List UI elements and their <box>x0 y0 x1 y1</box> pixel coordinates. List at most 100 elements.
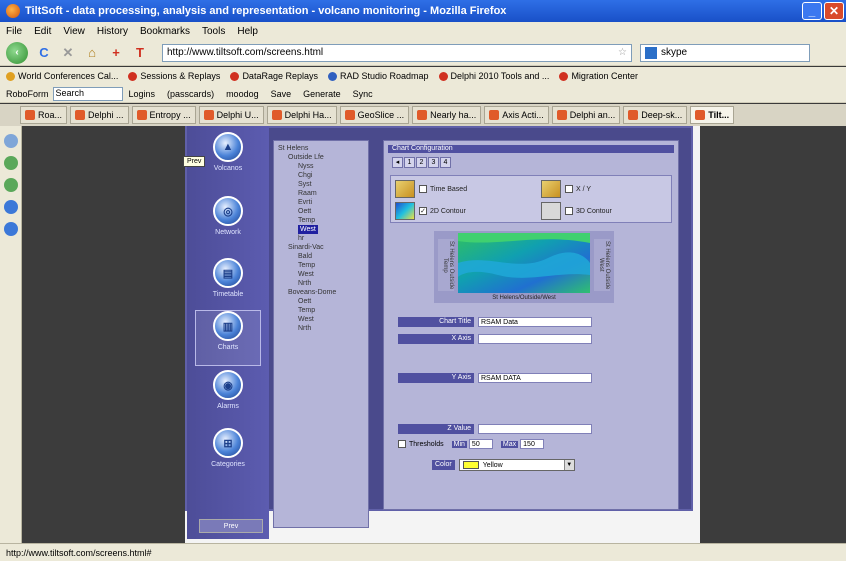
pager-page-2[interactable]: 2 <box>416 157 427 168</box>
color-select[interactable]: Yellow ▼ <box>458 459 575 471</box>
search-box[interactable]: skype <box>640 43 810 62</box>
tree-item[interactable]: Outside Lfe <box>274 153 368 162</box>
min-input[interactable]: 50 <box>468 439 493 449</box>
history-icon[interactable] <box>3 134 18 148</box>
z-value-input[interactable] <box>478 424 592 434</box>
chart-title-input[interactable]: RSAM Data <box>478 317 592 327</box>
tree-item[interactable]: Chgi <box>274 171 368 180</box>
browser-tab-active[interactable]: Tilt... <box>690 106 735 124</box>
tree-item[interactable]: Raam <box>274 189 368 198</box>
thresholds-checkbox[interactable] <box>398 440 406 448</box>
addon-icon[interactable] <box>3 178 18 192</box>
tree-item[interactable]: Syst <box>274 180 368 189</box>
pager-page-3[interactable]: 3 <box>428 157 439 168</box>
pager-prev[interactable]: ◂ <box>392 157 403 168</box>
bookmark-item[interactable]: DataRage Replays <box>230 71 318 81</box>
tree-item[interactable]: Temp <box>274 306 368 315</box>
menu-edit[interactable]: Edit <box>34 26 51 37</box>
nav-alarms[interactable]: ◉ Alarms <box>195 370 261 426</box>
browser-tab[interactable]: Entropy ... <box>131 106 196 124</box>
browser-tab[interactable]: Nearly ha... <box>412 106 482 124</box>
config-header: Chart Configuration <box>388 145 674 153</box>
url-bar[interactable]: http://www.tiltsoft.com/screens.html ☆ <box>162 43 632 62</box>
tree-item[interactable]: Nyss <box>274 162 368 171</box>
browser-tab[interactable]: Delphi an... <box>551 106 621 124</box>
y-axis-input[interactable]: RSAM DATA <box>478 373 592 383</box>
info-icon[interactable] <box>3 222 18 236</box>
tree-item[interactable]: Oett <box>274 297 368 306</box>
tree-item[interactable]: hr <box>274 234 368 243</box>
tree-item[interactable]: Nrth <box>274 279 368 288</box>
add-icon[interactable]: + <box>108 45 124 61</box>
menu-tools[interactable]: Tools <box>202 26 225 37</box>
chevron-down-icon[interactable]: ▼ <box>563 460 574 470</box>
nav-categories[interactable]: ⊞ Categories <box>195 428 261 484</box>
menu-history[interactable]: History <box>97 26 128 37</box>
browser-tab[interactable]: Deep-sk... <box>623 106 688 124</box>
bookmark-item[interactable]: Sessions & Replays <box>128 71 220 81</box>
roboform-search[interactable]: Search <box>52 86 123 101</box>
pager-page-4[interactable]: 4 <box>440 157 451 168</box>
x-axis-input[interactable] <box>478 334 592 344</box>
minimize-button[interactable]: _ <box>802 2 822 20</box>
roboform-logins[interactable]: Logins <box>129 89 156 99</box>
roboform-moodog[interactable]: moodog <box>226 89 259 99</box>
bookmark-item[interactable]: World Conferences Cal... <box>6 71 118 81</box>
menu-file[interactable]: File <box>6 26 22 37</box>
browser-tab[interactable]: GeoSlice ... <box>339 106 410 124</box>
roboform-passcards[interactable]: (passcards) <box>167 89 214 99</box>
back-arrow-icon[interactable]: ‹ <box>6 41 28 64</box>
chart-type-xy[interactable]: X / Y <box>541 180 591 198</box>
roboform-generate[interactable]: Generate <box>303 89 341 99</box>
prev-button[interactable]: Prev <box>199 519 263 533</box>
bookmark-item[interactable]: RAD Studio Roadmap <box>327 71 429 81</box>
tree-item[interactable]: Temp <box>274 216 368 225</box>
tree-item[interactable]: West <box>274 315 368 324</box>
reload-icon[interactable]: C <box>36 45 52 61</box>
xy-checkbox[interactable] <box>565 185 573 193</box>
bookmark-star-icon[interactable] <box>3 156 18 170</box>
nav-timetable[interactable]: ▤ Timetable <box>195 258 261 314</box>
browser-tab[interactable]: Delphi ... <box>70 106 129 124</box>
2d-contour-checkbox[interactable]: ✓ <box>419 207 427 215</box>
browser-tab[interactable]: Delphi Ha... <box>266 106 337 124</box>
nav-network[interactable]: ◎ Network <box>195 196 261 252</box>
roboform-save[interactable]: Save <box>271 89 292 99</box>
menu-bookmarks[interactable]: Bookmarks <box>140 26 190 37</box>
chart-type-2d-contour[interactable]: ✓ 2D Contour <box>395 202 466 220</box>
menu-help[interactable]: Help <box>237 26 258 37</box>
3d-contour-checkbox[interactable] <box>565 207 573 215</box>
pager-page-1[interactable]: 1 <box>404 157 415 168</box>
bookmark-item[interactable]: Migration Center <box>559 71 638 81</box>
time-based-checkbox[interactable] <box>419 185 427 193</box>
pin-icon[interactable]: T <box>132 45 148 61</box>
star-icon[interactable]: ☆ <box>618 47 627 58</box>
home-icon[interactable]: ⌂ <box>84 45 100 61</box>
tree-item[interactable]: Evrti <box>274 198 368 207</box>
tree-item[interactable]: Temp <box>274 261 368 270</box>
roboform-button[interactable]: RoboForm <box>6 89 49 99</box>
stop-icon[interactable]: ✕ <box>60 45 76 61</box>
tree-item-label: Temp <box>298 262 316 269</box>
chart-type-3d-contour[interactable]: 3D Contour <box>541 202 612 220</box>
bookmark-item[interactable]: Delphi 2010 Tools and ... <box>438 71 549 81</box>
tree-item[interactable]: St Helens <box>274 144 368 153</box>
max-input[interactable]: 150 <box>520 439 545 449</box>
globe-icon[interactable] <box>3 200 18 214</box>
search-engine-icon[interactable] <box>645 46 657 59</box>
tree-item[interactable]: West <box>274 225 368 234</box>
menu-view[interactable]: View <box>63 26 85 37</box>
nav-charts[interactable]: ▥ Charts <box>195 310 261 366</box>
browser-tab[interactable]: Delphi U... <box>198 106 264 124</box>
browser-tab[interactable]: Roa... <box>20 106 68 124</box>
chart-type-time-based[interactable]: Time Based <box>395 180 467 198</box>
tree-item[interactable]: Oett <box>274 207 368 216</box>
tree-item[interactable]: Sinardi-Vac <box>274 243 368 252</box>
tree-item[interactable]: Boveans-Dome <box>274 288 368 297</box>
close-button[interactable]: ✕ <box>824 2 844 20</box>
roboform-sync[interactable]: Sync <box>353 89 373 99</box>
tree-item[interactable]: Bald <box>274 252 368 261</box>
browser-tab[interactable]: Axis Acti... <box>484 106 549 124</box>
tree-item[interactable]: Nrth <box>274 324 368 333</box>
tree-item[interactable]: West <box>274 270 368 279</box>
